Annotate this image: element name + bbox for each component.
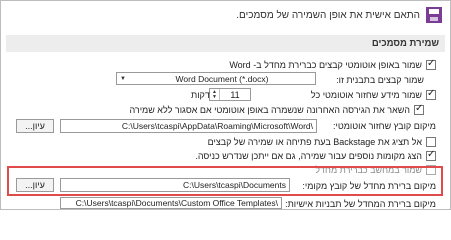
autorecover-label: שמור מידע שחזור אוטומטי כל — [310, 89, 422, 100]
autorecover-unit: דקות — [191, 89, 210, 100]
browse-default-local-button[interactable]: עיון... — [16, 178, 54, 192]
default-local-field[interactable]: C:\Users\tcaspi\Documents — [60, 178, 290, 192]
save-format-label: שמור באופן אוטומטי קבצים כברירת מחדל ב- … — [229, 59, 422, 70]
autorecover-location-label: מיקום קובץ שחזור אוטומטי: — [333, 121, 436, 131]
templates-label: מיקום ברירת המחדל של תבניות אישיות: — [285, 199, 436, 209]
save-format-checkbox[interactable] — [426, 58, 436, 70]
keep-last-version-checkbox[interactable] — [414, 103, 424, 115]
chevron-down-icon: ▼ — [120, 75, 126, 82]
backstage-row[interactable]: אל תציג את Backstage בעת פתיחה או שמירה … — [208, 135, 436, 148]
save-format-value: Word Document (*.docx) — [175, 73, 269, 84]
keep-last-version-label: השאר את הגירסה האחרונה שנשמרה באופן אוטו… — [129, 104, 410, 115]
additional-places-checkbox[interactable] — [426, 149, 436, 161]
keep-last-version-row[interactable]: השאר את הגירסה האחרונה שנשמרה באופן אוטו… — [129, 103, 424, 116]
options-panel: התאם אישית את אופן השמירה של מסמכים. שמי… — [0, 0, 451, 210]
save-format-row[interactable]: שמור באופן אוטומטי קבצים כברירת מחדל ב- … — [229, 58, 436, 71]
save-disk-icon — [426, 7, 442, 23]
additional-places-row[interactable]: הצג מקומות נוספים עבור שמירה, גם אם ייתכ… — [195, 149, 436, 162]
additional-places-label: הצג מקומות נוספים עבור שמירה, גם אם ייתכ… — [195, 150, 422, 161]
section-title: שמירת מסמכים — [371, 38, 439, 49]
autorecover-location-field[interactable]: C:\Users\tcaspi\AppData\Roaming\Microsof… — [60, 119, 317, 133]
browse-autorecover-button[interactable]: עיון... — [16, 119, 54, 133]
browse-default-local-label: עיון... — [25, 180, 45, 190]
autorecover-checkbox[interactable] — [426, 88, 436, 100]
spinner-arrows-icon[interactable]: ▲ ▼ — [210, 89, 220, 100]
autorecover-minutes-spinner[interactable]: ▲ ▼ 11 — [209, 88, 251, 101]
backstage-label: אל תציג את Backstage בעת פתיחה או שמירה … — [207, 136, 422, 147]
autorecover-location-value: C:\Users\tcaspi\AppData\Roaming\Microsof… — [121, 121, 313, 131]
autorecover-row[interactable]: שמור מידע שחזור אוטומטי כל — [311, 88, 436, 101]
browse-autorecover-label: עיון... — [25, 121, 45, 131]
section-header: שמירת מסמכים — [6, 35, 445, 52]
autorecover-unit-wrap: דקות — [191, 88, 210, 101]
backstage-checkbox[interactable] — [426, 136, 436, 147]
autorecover-minutes-value: 11 — [230, 89, 240, 100]
header-row: התאם אישית את אופן השמירה של מסמכים. — [12, 5, 442, 25]
templates-field[interactable]: C:\Users\tcaspi\Documents\Custom Office … — [60, 197, 282, 209]
save-files-label: שמור קבצים בתבנית זו: — [336, 74, 424, 85]
default-local-value: C:\Users\tcaspi\Documents — [183, 180, 286, 190]
header-text: התאם אישית את אופן השמירה של מסמכים. — [236, 9, 420, 21]
save-format-select[interactable]: ▼ Word Document (*.docx) — [116, 72, 316, 85]
default-local-label: מיקום ברירת מחדל של קובץ מקומי: — [302, 181, 436, 191]
templates-value: C:\Users\tcaspi\Documents\Custom Office … — [75, 198, 278, 208]
save-files-row: שמור קבצים בתבנית זו: — [336, 73, 424, 86]
